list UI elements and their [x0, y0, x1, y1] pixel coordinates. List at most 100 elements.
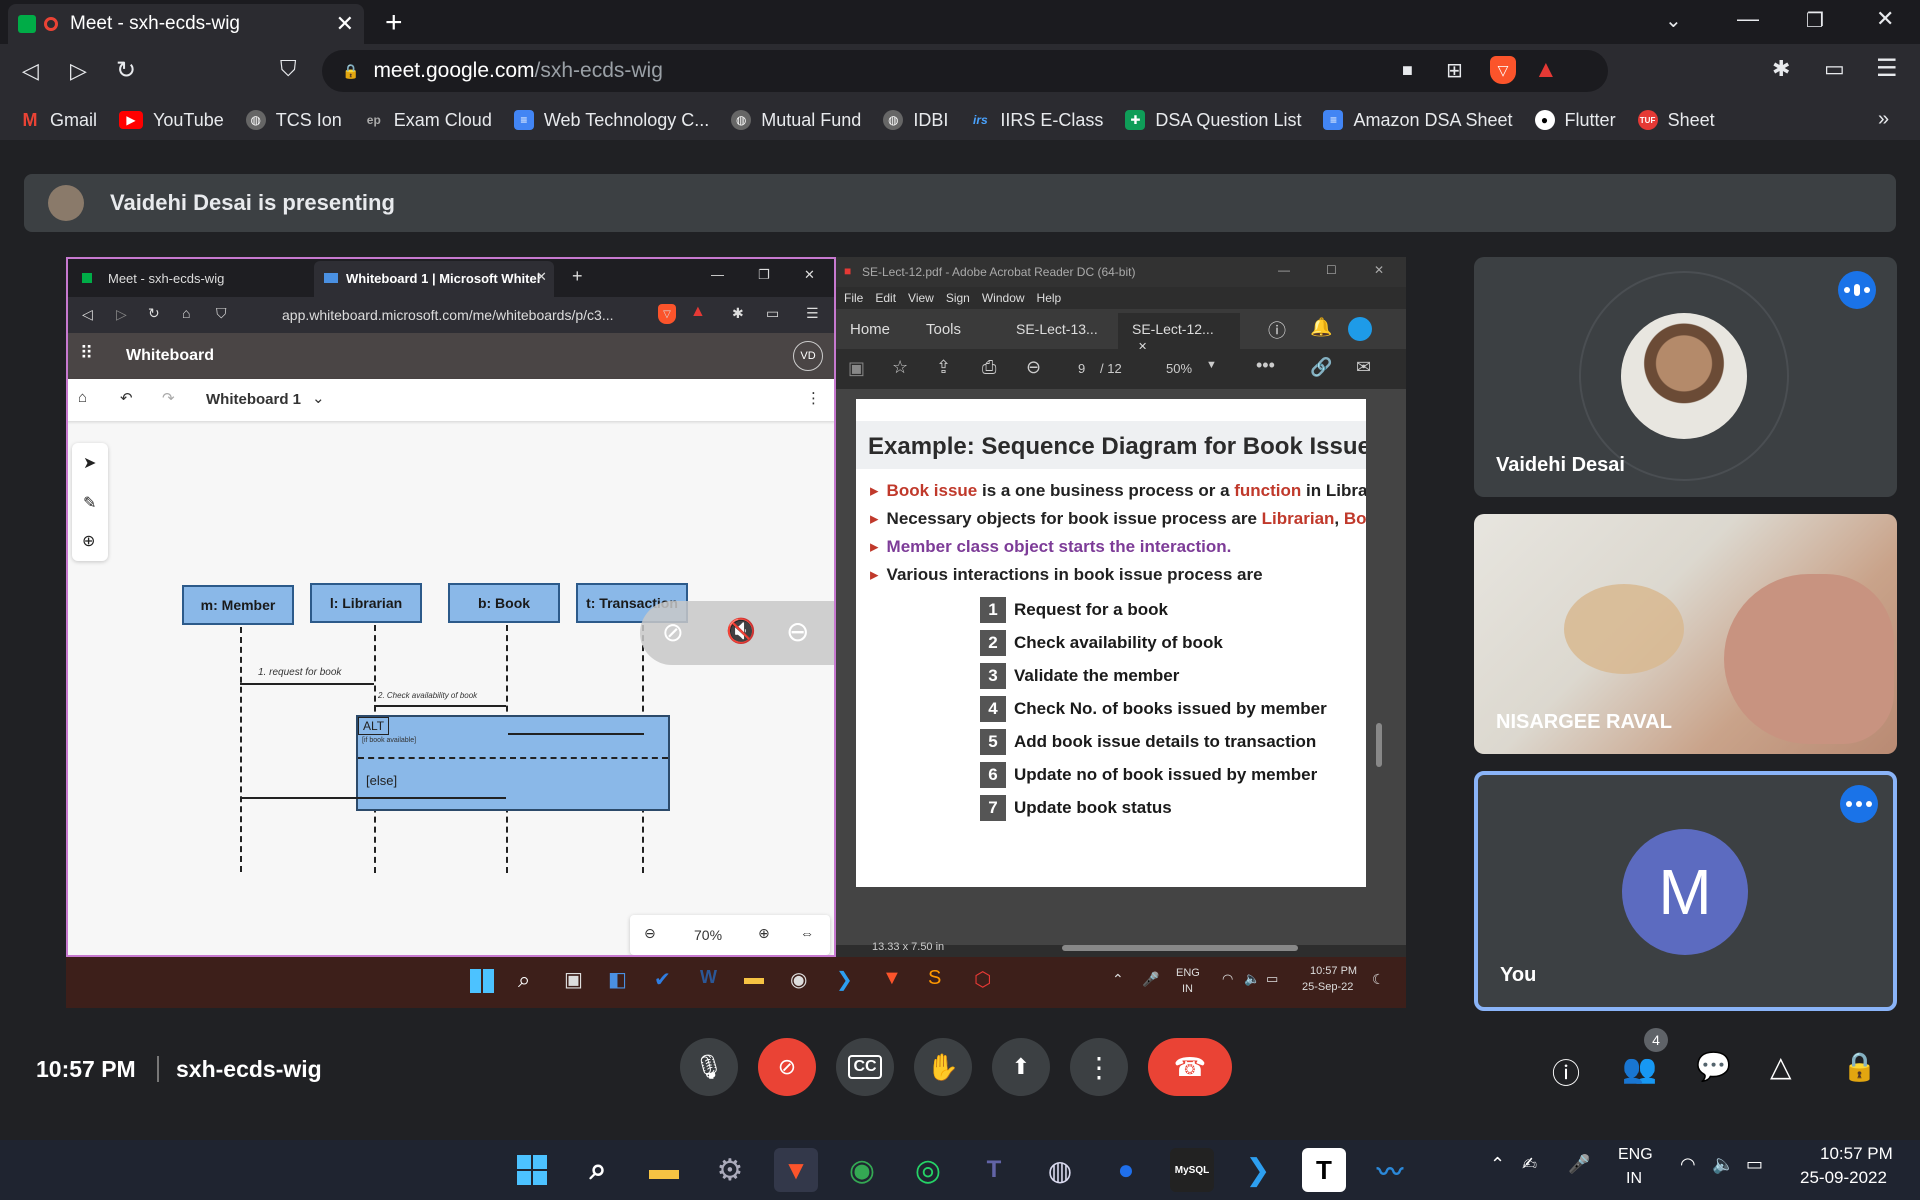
inner-volume-icon[interactable]: 🔈 — [1244, 971, 1260, 987]
minimize-icon[interactable]: — — [1737, 6, 1759, 32]
zoom-out-icon[interactable]: ⊖ — [644, 925, 656, 942]
inner-battery-icon[interactable]: ▭ — [1266, 971, 1278, 987]
inner-vscode-icon[interactable]: ❯ — [836, 967, 853, 992]
app-launcher-icon[interactable]: ⠿ — [80, 343, 93, 364]
acro-zoom[interactable]: 50% — [1166, 361, 1192, 376]
present-button[interactable]: ⬆ — [992, 1038, 1050, 1096]
settings-icon[interactable]: ⚙ — [708, 1148, 752, 1192]
inner-wifi-icon[interactable]: ◠ — [1222, 971, 1233, 987]
back-icon[interactable]: ◁ — [22, 58, 39, 84]
user-avatar[interactable]: VD — [793, 341, 823, 371]
meeting-code[interactable]: sxh-ecds-wig — [176, 1056, 322, 1083]
forward-icon[interactable]: ▷ — [70, 58, 87, 84]
more-tools-icon[interactable]: ••• — [1256, 355, 1275, 376]
more-options-icon[interactable]: ⋮ — [806, 389, 821, 407]
inner-new-tab-icon[interactable]: + — [572, 266, 583, 287]
chevron-down-icon[interactable]: ⌄ — [312, 389, 325, 407]
inner-reload-icon[interactable]: ↻ — [148, 305, 160, 322]
lifeline-member[interactable]: m: Member — [182, 585, 294, 625]
page-number[interactable]: 9 — [1078, 361, 1085, 376]
pen-menu-icon[interactable]: ✍ — [1522, 1154, 1537, 1175]
menu-edit[interactable]: Edit — [875, 291, 896, 305]
home-icon[interactable]: ⌂ — [78, 389, 87, 406]
inner-widgets-icon[interactable]: ◧ — [608, 967, 627, 992]
search-icon[interactable]: ⌕ — [576, 1148, 620, 1192]
fit-to-screen-icon[interactable]: ⇔ — [800, 925, 814, 941]
participant-tile-vaidehi[interactable]: Vaidehi Desai — [1474, 257, 1897, 497]
battery-icon[interactable]: ▭ — [1746, 1154, 1763, 1175]
file-explorer-icon[interactable]: ▬ — [642, 1148, 686, 1192]
captions-button[interactable]: CC — [836, 1038, 894, 1096]
pin-off-icon[interactable]: ⊘ — [662, 617, 684, 648]
volume-icon[interactable]: 🔈 — [1712, 1154, 1734, 1175]
inner-obs-icon[interactable]: ◉ — [790, 967, 807, 992]
inner-lang-1[interactable]: ENG — [1176, 967, 1200, 979]
brave-shield-icon[interactable]: ▽ — [1490, 56, 1516, 84]
lifeline-book[interactable]: b: Book — [448, 583, 560, 623]
teams-icon[interactable]: T — [972, 1148, 1016, 1192]
acro-home-tab[interactable]: Home — [850, 321, 890, 338]
acro-restore-icon[interactable]: ☐ — [1326, 263, 1337, 277]
menu-help[interactable]: Help — [1037, 291, 1062, 305]
close-window-icon[interactable]: ✕ — [1876, 6, 1894, 32]
bookmark-icon[interactable]: ⛉ — [280, 56, 297, 82]
app-icon[interactable]: ● — [1104, 1148, 1148, 1192]
whatsapp-icon[interactable]: ◎ — [906, 1148, 950, 1192]
inner-close-icon[interactable]: ✕ — [804, 267, 815, 283]
microphone-button[interactable]: 🎙 — [680, 1038, 738, 1096]
redo-icon[interactable]: ↷ — [162, 389, 175, 407]
inner-taskview-icon[interactable]: ▣ — [564, 967, 583, 992]
vertical-scrollbar[interactable] — [1376, 723, 1382, 767]
inner-home-icon[interactable]: ⌂ — [182, 305, 190, 321]
brave-icon[interactable]: ▼ — [774, 1148, 818, 1192]
address-bar[interactable]: 🔒 meet.google.com /sxh-ecds-wig ■ ⊞ ▽ ▲ — [322, 50, 1608, 92]
more-options-icon[interactable] — [1840, 785, 1878, 823]
menu-window[interactable]: Window — [982, 291, 1025, 305]
host-controls-icon[interactable]: 🔒 — [1842, 1050, 1877, 1083]
add-tool-icon[interactable]: ⊕ — [82, 531, 95, 551]
inner-forward-icon[interactable]: ▷ — [116, 306, 127, 323]
inner-sublime-icon[interactable]: S — [928, 967, 941, 990]
mysql-icon[interactable]: MySQL — [1170, 1148, 1214, 1192]
bookmark-idbi[interactable]: ◍ IDBI — [883, 110, 948, 131]
inner-start-icon[interactable] — [470, 969, 494, 993]
inner-restore-icon[interactable]: ❐ — [758, 267, 770, 283]
inner-back-icon[interactable]: ◁ — [82, 306, 93, 323]
restore-icon[interactable]: ❐ — [1806, 8, 1824, 33]
inner-acrobat-icon[interactable]: ⬡ — [974, 967, 991, 992]
inner-tray-chevron-icon[interactable]: ⌃ — [1112, 971, 1124, 988]
remove-icon[interactable]: ⊖ — [786, 615, 809, 648]
inner-url[interactable]: app.whiteboard.microsoft.com/me/whiteboa… — [282, 307, 614, 323]
menu-file[interactable]: File — [844, 291, 863, 305]
save-icon[interactable]: ▣ — [848, 358, 865, 379]
mail-icon[interactable]: ✉ — [1356, 357, 1371, 378]
acro-doc-tab-13[interactable]: SE-Lect-13... — [1016, 321, 1098, 337]
inner-notification-icon[interactable]: ☾ — [1372, 971, 1385, 988]
link-icon[interactable]: 🔗 — [1310, 357, 1332, 378]
acro-close-icon[interactable]: ✕ — [1374, 263, 1384, 277]
inner-time[interactable]: 10:57 PM — [1310, 965, 1357, 977]
whiteboard-name[interactable]: Whiteboard 1 — [206, 391, 301, 408]
inner-close-tab-icon[interactable]: ✕ — [536, 269, 547, 285]
bookmark-sheet[interactable]: TUF Sheet — [1637, 110, 1715, 131]
lifeline-librarian[interactable]: l: Librarian — [310, 583, 422, 623]
inner-bookmark-icon[interactable]: ⛉ — [216, 305, 227, 322]
participant-tile-nisargee[interactable]: NISARGEE RAVAL — [1474, 514, 1897, 754]
inner-mic-icon[interactable]: 🎤 — [1142, 971, 1159, 988]
reload-icon[interactable]: ↻ — [116, 56, 136, 85]
select-tool-icon[interactable]: ➤ — [83, 453, 96, 473]
tray-chevron-icon[interactable]: ⌃ — [1490, 1154, 1505, 1175]
inner-word-icon[interactable]: W — [700, 967, 717, 988]
camera-blocked-icon[interactable]: ■ — [1402, 60, 1413, 81]
wifi-icon[interactable]: ◠ — [1680, 1154, 1696, 1175]
people-icon[interactable]: 👥 — [1622, 1052, 1657, 1085]
browser-tab-meet[interactable]: Meet - sxh-ecds-wig ✕ — [8, 4, 364, 44]
inner-tab-whiteboard[interactable]: Whiteboard 1 | Microsoft Whitel — [314, 261, 554, 297]
bookmark-youtube[interactable]: ▶ YouTube — [119, 110, 224, 131]
bookmark-dsa-question-list[interactable]: ✚ DSA Question List — [1125, 110, 1301, 131]
pdf-slide[interactable]: Example: Sequence Diagram for Book Issue… — [856, 399, 1366, 887]
bookmark-amazon-dsa[interactable]: ≡ Amazon DSA Sheet — [1323, 110, 1513, 131]
bookmark-tcs-ion[interactable]: ◍ TCS Ion — [245, 110, 342, 131]
upload-icon[interactable]: ⇪ — [936, 357, 951, 378]
bookmark-iirs[interactable]: irs IIRS E-Class — [970, 110, 1103, 131]
